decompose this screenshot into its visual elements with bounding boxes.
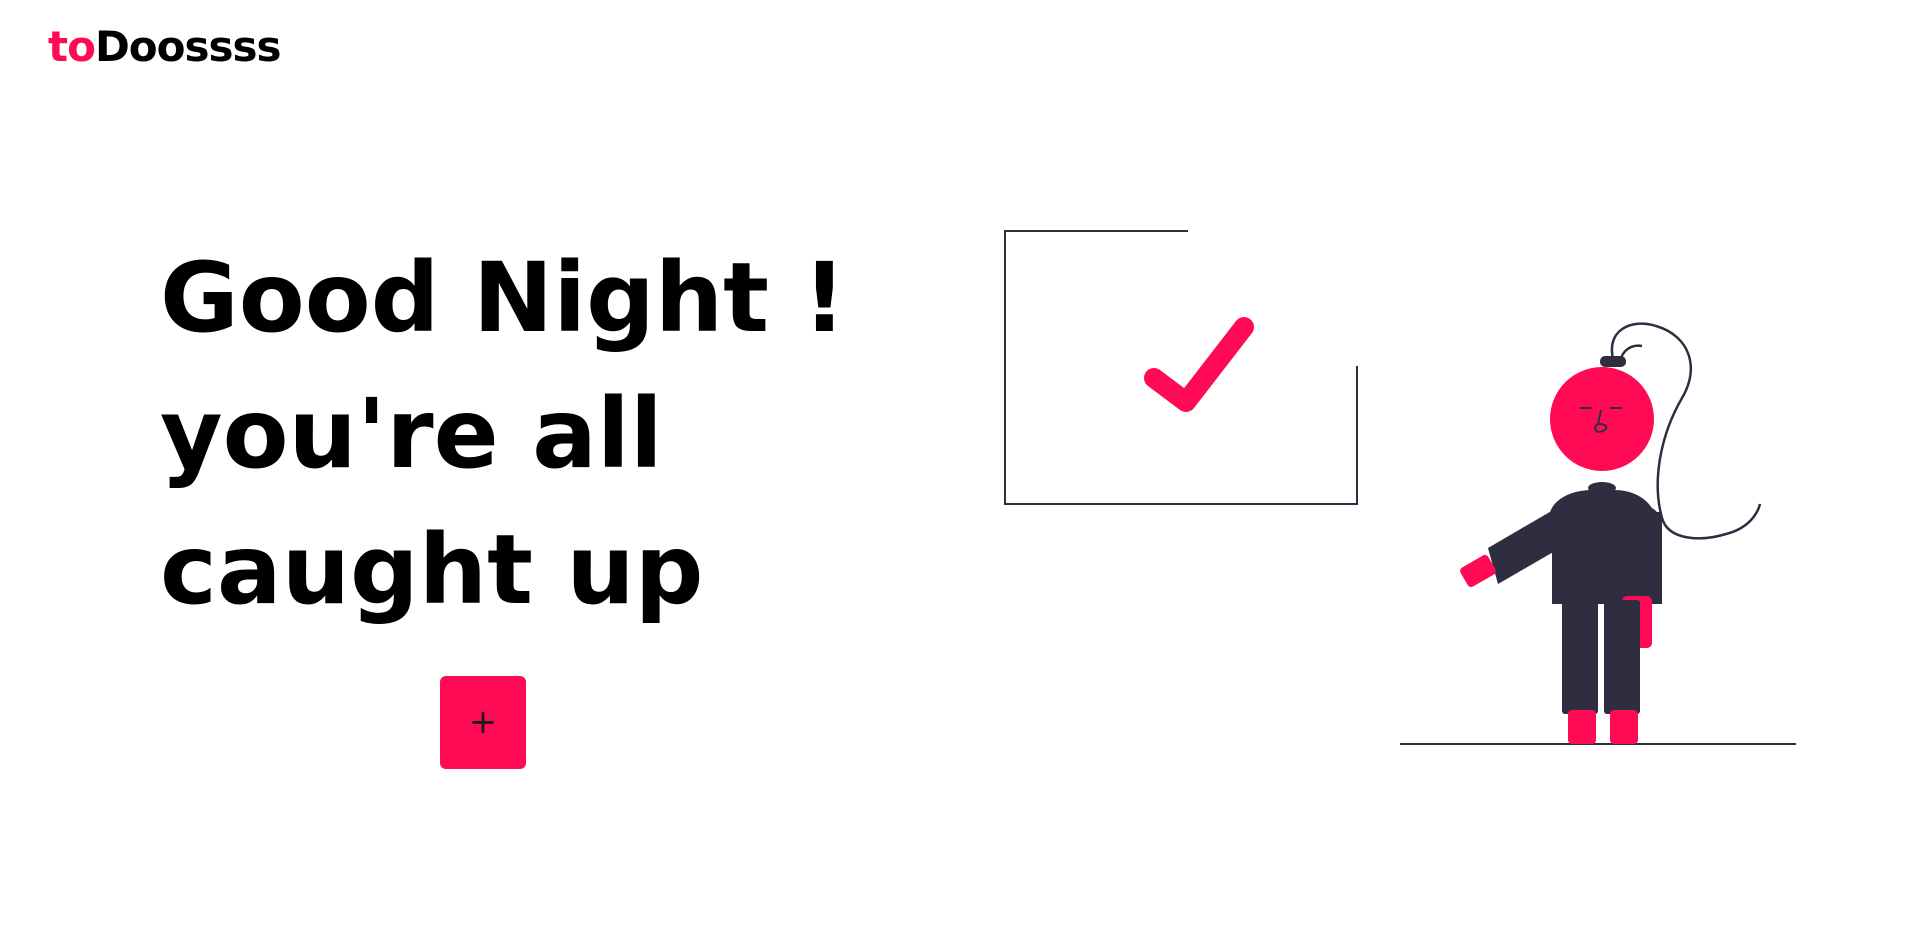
greeting-heading: Good Night ! you're all caught up <box>160 230 860 638</box>
greeting-line-3: caught up <box>160 514 704 626</box>
brand-logo-suffix: Doossss <box>94 22 282 71</box>
plus-icon: + <box>468 702 498 742</box>
checkmark-icon <box>1144 317 1254 412</box>
page: toDoossss Good Night ! you're all caught… <box>0 0 1920 930</box>
brand-logo-prefix: to <box>48 22 96 71</box>
brand-logo[interactable]: toDoossss <box>48 26 282 68</box>
person-figure-icon <box>1460 322 1762 744</box>
greeting-line-2: you're all <box>160 378 663 490</box>
greeting-line-1: Good Night ! <box>160 242 847 354</box>
checkbox-frame-icon <box>1004 230 1358 505</box>
add-task-button[interactable]: + <box>440 676 526 769</box>
